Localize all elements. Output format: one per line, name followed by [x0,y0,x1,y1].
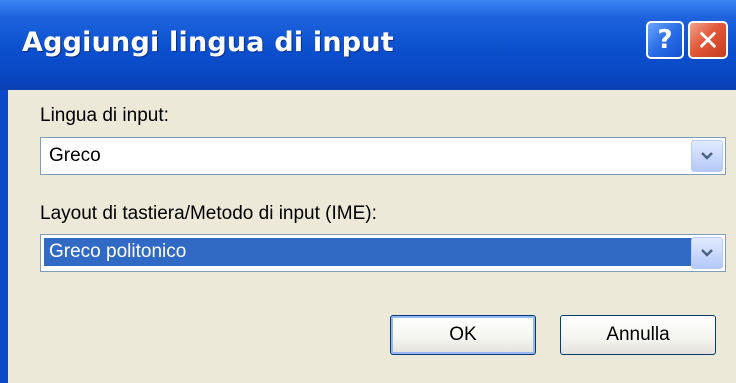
help-button[interactable]: ? [646,21,684,59]
cancel-button[interactable]: Annulla [560,315,716,355]
input-language-value: Greco [49,145,101,166]
ok-button[interactable]: OK [390,315,536,355]
input-language-select[interactable]: Greco [40,137,726,175]
layout-label: Layout di tastiera/Metodo di input (IME)… [40,203,377,224]
close-icon: ✕ [696,23,720,57]
dialog-window: Aggiungi lingua di input ? ✕ Lingua di i… [0,0,736,383]
close-button[interactable]: ✕ [688,21,728,59]
title-bar[interactable]: Aggiungi lingua di input ? ✕ [0,0,736,90]
input-language-label: Lingua di input: [40,105,169,126]
question-mark-icon: ? [657,25,673,55]
window-title: Aggiungi lingua di input [22,27,394,58]
input-language-dropdown-button[interactable] [691,140,723,172]
dialog-body: Lingua di input: Greco Layout di tastier… [8,90,736,383]
layout-value: Greco politonico [44,238,695,266]
layout-dropdown-button[interactable] [691,237,723,269]
chevron-down-icon [701,152,713,160]
chevron-down-icon [701,249,713,257]
layout-select[interactable]: Greco politonico [40,234,726,272]
